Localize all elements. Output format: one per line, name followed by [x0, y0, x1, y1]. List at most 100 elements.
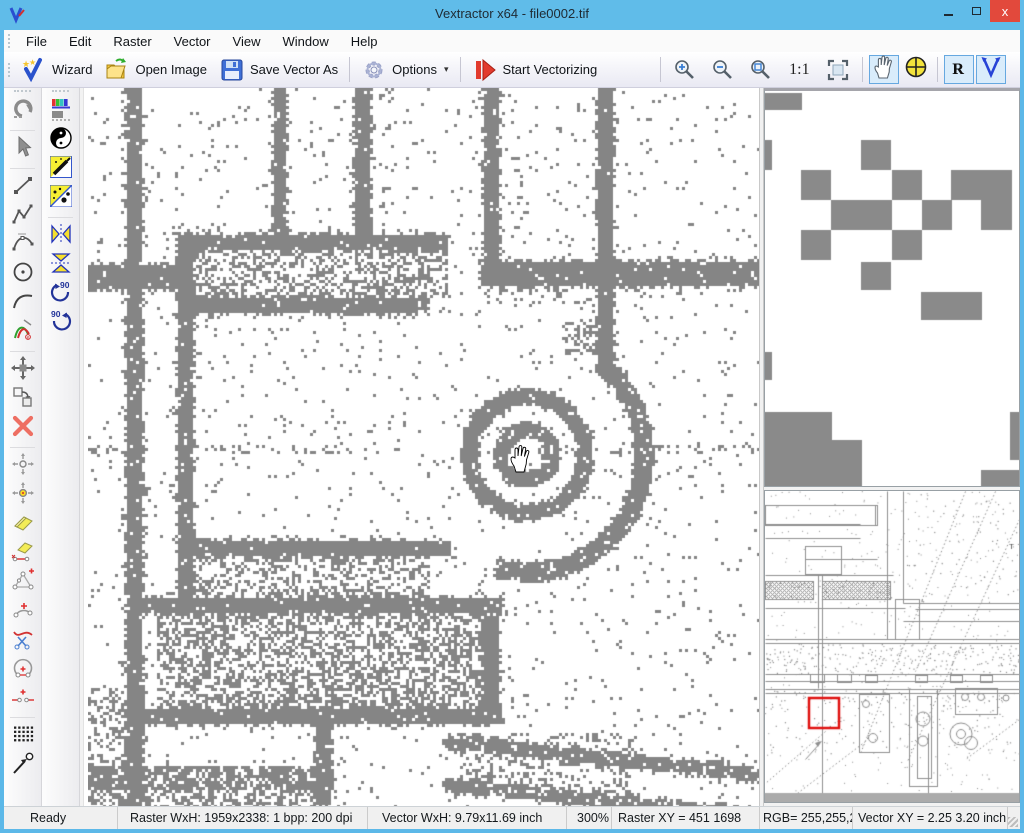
center-view-toggle[interactable]	[901, 55, 931, 84]
open-image-icon	[104, 57, 130, 83]
menu-window[interactable]: Window	[271, 32, 339, 51]
one-to-one-label: 1:1	[786, 61, 812, 78]
tool-select[interactable]	[4, 135, 41, 164]
toolbar-grip	[14, 90, 31, 95]
flip-vertical-icon	[48, 221, 74, 252]
tool-dot-grid[interactable]	[4, 722, 41, 751]
minimize-button[interactable]	[934, 0, 962, 22]
dropdown-caret-icon[interactable]: ▾	[444, 64, 449, 75]
polyline-icon	[10, 201, 36, 232]
zoom-actual-size-button[interactable]: 1:1	[780, 58, 818, 82]
tool-rotate-cw-90[interactable]: 90	[42, 280, 79, 309]
tool-polyline[interactable]	[4, 202, 41, 231]
tool-separator	[48, 217, 73, 218]
tool-clean-noise[interactable]	[42, 155, 79, 184]
palette-icon	[48, 96, 74, 127]
raster-tools-toolbar: 9090	[42, 88, 80, 806]
main-toolbar: ★★Wizard Open Image Save Vector As Options▾…	[4, 52, 1020, 88]
vector-visibility-toggle[interactable]	[976, 55, 1006, 84]
maximize-button[interactable]	[962, 0, 990, 22]
tool-line[interactable]	[4, 173, 41, 202]
tool-eraser[interactable]	[4, 510, 41, 539]
zoom-fit-button[interactable]	[819, 54, 857, 86]
tool-move-object[interactable]	[4, 356, 41, 385]
tool-join-segments[interactable]	[4, 684, 41, 713]
tool-rotate-ccw-90[interactable]: 90	[42, 309, 79, 338]
status-vector-size: Vector WxH: 9.79x11.69 inch	[368, 807, 567, 829]
despeckle-icon	[48, 183, 74, 214]
move-node-snap-icon	[10, 480, 36, 511]
tool-separator	[10, 130, 35, 131]
move-node-icon	[10, 451, 36, 482]
start-vectorizing-button[interactable]: Start Vectorizing	[466, 54, 604, 86]
status-bar: ReadyRaster WxH: 1959x2338: 1 bpp: 200 d…	[4, 806, 1020, 829]
menu-file[interactable]: File	[15, 32, 58, 51]
trace-curve-icon: e	[10, 317, 36, 348]
tool-trace-curve[interactable]: e	[4, 318, 41, 347]
menu-raster[interactable]: Raster	[102, 32, 162, 51]
zoom-out-icon	[710, 57, 736, 83]
pick-point-icon	[10, 750, 36, 781]
tool-separator	[10, 447, 35, 448]
delete-object-icon	[10, 413, 36, 444]
tool-move-node-snap[interactable]	[4, 481, 41, 510]
resize-grip[interactable]	[1008, 807, 1020, 829]
raster-view[interactable]	[83, 88, 759, 806]
tool-arc[interactable]	[4, 289, 41, 318]
zoom-in-button[interactable]	[666, 54, 704, 86]
move-object-icon	[10, 355, 36, 386]
tool-color-palette[interactable]	[42, 97, 79, 126]
line-icon	[10, 172, 36, 203]
tool-add-arc-vertex[interactable]	[4, 597, 41, 626]
tool-circle[interactable]	[4, 260, 41, 289]
tool-erase-segment[interactable]	[4, 539, 41, 568]
tool-despeckle[interactable]	[42, 184, 79, 213]
tool-add-vertex[interactable]	[4, 568, 41, 597]
zoom-region-button[interactable]	[742, 54, 780, 86]
pixel-magnifier-canvas[interactable]	[765, 91, 1019, 486]
zoom-out-button[interactable]	[704, 54, 742, 86]
raster-visibility-toggle[interactable]: R	[944, 55, 974, 84]
tool-invert-raster[interactable]	[42, 126, 79, 155]
raster-view-canvas[interactable]	[88, 88, 760, 806]
menu-help[interactable]: Help	[340, 32, 389, 51]
tool-flip-horizontal[interactable]	[42, 251, 79, 280]
start-vectorizing-icon	[472, 57, 498, 83]
tool-close-curve[interactable]	[4, 655, 41, 684]
join-segments-icon	[10, 683, 36, 714]
pixel-magnifier-panel[interactable]	[764, 88, 1020, 487]
overview-panel[interactable]	[764, 490, 1020, 803]
title-bar[interactable]: Vextractor x64 - file0002.tif x	[0, 0, 1024, 30]
pan-hand-toggle[interactable]	[869, 55, 899, 84]
tool-separator	[10, 717, 35, 718]
select-arrow-icon	[10, 134, 36, 165]
save-vector-as-button[interactable]: Save Vector As	[213, 54, 344, 86]
status-vector-xy: Vector XY = 2.25 3.20 inch	[853, 807, 1008, 829]
menu-view[interactable]: View	[222, 32, 272, 51]
tool-copy-object[interactable]	[4, 385, 41, 414]
overview-canvas[interactable]	[765, 491, 1019, 802]
tool-flip-vertical[interactable]	[42, 222, 79, 251]
tool-delete-object[interactable]	[4, 414, 41, 443]
open-image-label: Open Image	[135, 62, 207, 77]
tool-pick-point[interactable]	[4, 751, 41, 780]
save-vector-as-label: Save Vector As	[250, 62, 338, 77]
tool-undo[interactable]	[4, 97, 41, 126]
menu-edit[interactable]: Edit	[58, 32, 102, 51]
tool-split-curve[interactable]	[4, 626, 41, 655]
open-image-button[interactable]: Open Image	[98, 54, 213, 86]
options-icon	[361, 57, 387, 83]
wizard-button[interactable]: ★★Wizard	[15, 54, 98, 86]
tool-move-node[interactable]	[4, 452, 41, 481]
copy-object-icon	[10, 384, 36, 415]
zoom-region-icon	[748, 57, 774, 83]
status-rgb-value: RGB= 255,255,25	[760, 807, 853, 829]
menu-vector[interactable]: Vector	[163, 32, 222, 51]
options-button[interactable]: Options▾	[355, 54, 454, 86]
tool-curve[interactable]	[4, 231, 41, 260]
svg-text:e: e	[26, 335, 29, 341]
tool-separator	[10, 351, 35, 352]
close-button[interactable]: x	[990, 0, 1020, 22]
arc-icon	[10, 288, 36, 319]
application-window: FileEditRasterVectorViewWindowHelp ★★Wiz…	[0, 30, 1024, 833]
